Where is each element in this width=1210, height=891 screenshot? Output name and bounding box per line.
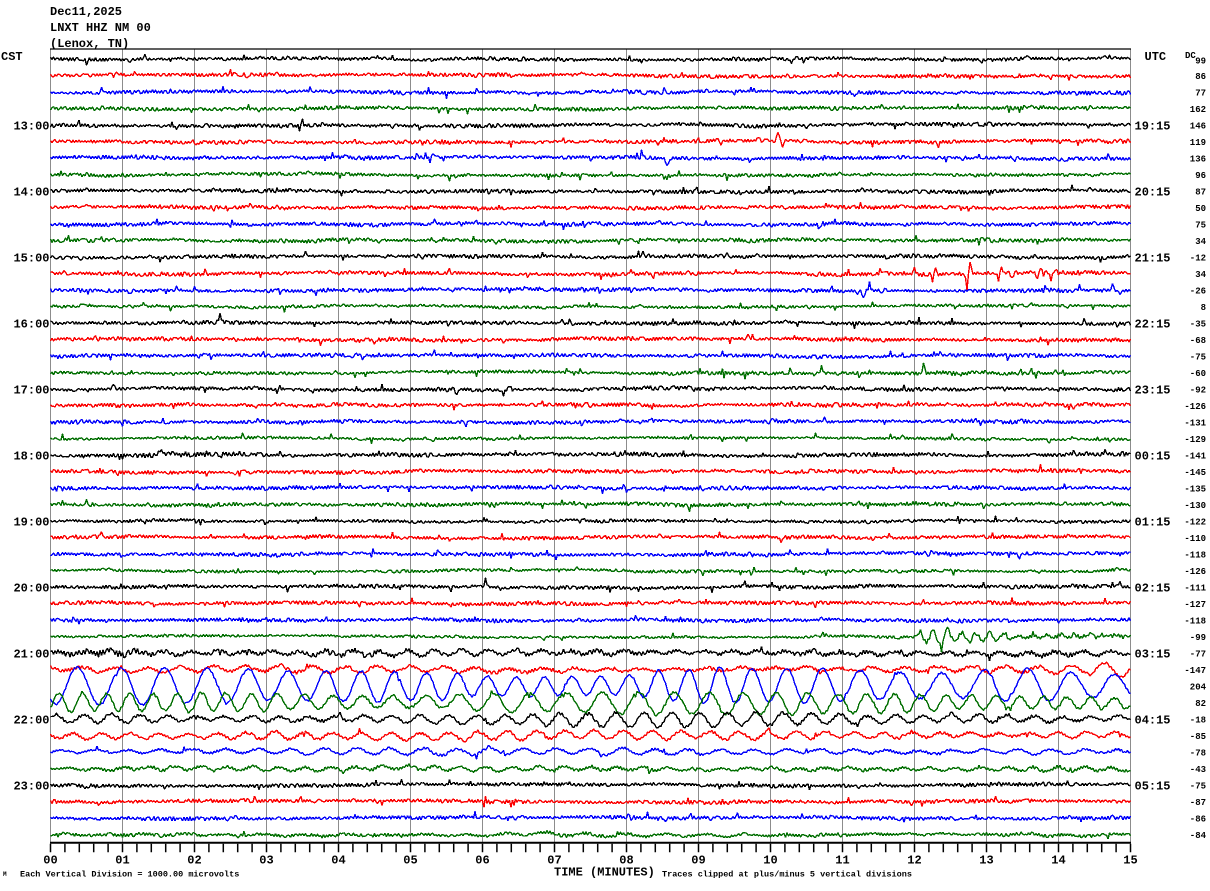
svg-text:-127: -127 <box>1184 600 1206 610</box>
svg-text:-84: -84 <box>1190 831 1207 841</box>
svg-text:-99: -99 <box>1190 633 1206 643</box>
svg-text:04: 04 <box>331 854 345 868</box>
svg-text:-12: -12 <box>1190 254 1206 264</box>
svg-text:05:15: 05:15 <box>1135 779 1171 793</box>
svg-text:12: 12 <box>907 854 921 868</box>
svg-text:13:00: 13:00 <box>13 119 49 133</box>
svg-text:-111: -111 <box>1184 584 1206 594</box>
svg-text:-130: -130 <box>1184 501 1206 511</box>
svg-text:21:15: 21:15 <box>1135 251 1171 265</box>
svg-text:Traces clipped at plus/minus 5: Traces clipped at plus/minus 5 vertical … <box>662 870 912 880</box>
svg-text:-145: -145 <box>1184 468 1206 478</box>
svg-text:34: 34 <box>1195 237 1206 247</box>
svg-text:13: 13 <box>979 854 993 868</box>
svg-text:17:00: 17:00 <box>13 383 49 397</box>
svg-text:96: 96 <box>1195 171 1206 181</box>
svg-text:204: 204 <box>1190 683 1207 693</box>
svg-text:-86: -86 <box>1190 815 1206 825</box>
svg-text:UTC: UTC <box>1145 50 1167 64</box>
svg-text:20:00: 20:00 <box>13 581 49 595</box>
svg-text:-118: -118 <box>1184 551 1206 561</box>
svg-text:22:15: 22:15 <box>1135 317 1171 331</box>
svg-text:-92: -92 <box>1190 386 1206 396</box>
svg-text:87: 87 <box>1195 188 1206 198</box>
svg-text:75: 75 <box>1195 221 1206 231</box>
svg-text:19:15: 19:15 <box>1135 119 1171 133</box>
svg-text:Each Vertical Division = 1000.: Each Vertical Division = 1000.00 microvo… <box>20 870 239 880</box>
svg-text:15: 15 <box>1123 854 1137 868</box>
svg-text:19:00: 19:00 <box>13 515 49 529</box>
svg-text:-75: -75 <box>1190 353 1206 363</box>
svg-text:-18: -18 <box>1190 716 1206 726</box>
svg-text:99: 99 <box>1195 57 1206 67</box>
svg-text:14:00: 14:00 <box>13 185 49 199</box>
svg-text:03:15: 03:15 <box>1135 647 1171 661</box>
svg-text:34: 34 <box>1195 270 1206 280</box>
svg-text:20:15: 20:15 <box>1135 185 1171 199</box>
svg-text:02:15: 02:15 <box>1135 581 1171 595</box>
svg-text:146: 146 <box>1190 122 1206 132</box>
svg-text:-78: -78 <box>1190 749 1206 759</box>
svg-text:22:00: 22:00 <box>13 713 49 727</box>
svg-text:-68: -68 <box>1190 336 1206 346</box>
svg-text:77: 77 <box>1195 89 1206 99</box>
svg-text:-85: -85 <box>1190 732 1206 742</box>
svg-text:119: 119 <box>1190 138 1206 148</box>
svg-text:-87: -87 <box>1190 798 1206 808</box>
svg-text:M: M <box>3 871 7 878</box>
svg-text:-126: -126 <box>1184 567 1206 577</box>
svg-text:-129: -129 <box>1184 435 1206 445</box>
svg-text:-118: -118 <box>1184 617 1206 627</box>
svg-text:-110: -110 <box>1184 534 1206 544</box>
svg-text:00:15: 00:15 <box>1135 449 1171 463</box>
svg-text:09: 09 <box>691 854 705 868</box>
svg-text:00: 00 <box>43 854 57 868</box>
svg-text:82: 82 <box>1195 699 1206 709</box>
svg-text:TIME (MINUTES): TIME (MINUTES) <box>554 866 655 880</box>
svg-text:21:00: 21:00 <box>13 647 49 661</box>
svg-text:CST: CST <box>1 50 23 64</box>
svg-text:50: 50 <box>1195 204 1206 214</box>
svg-text:162: 162 <box>1190 105 1206 115</box>
svg-text:16:00: 16:00 <box>13 317 49 331</box>
svg-text:-122: -122 <box>1184 518 1206 528</box>
svg-text:18:00: 18:00 <box>13 449 49 463</box>
svg-text:02: 02 <box>187 854 201 868</box>
svg-text:-131: -131 <box>1184 419 1206 429</box>
svg-text:-26: -26 <box>1190 287 1206 297</box>
svg-text:14: 14 <box>1051 854 1065 868</box>
svg-text:23:00: 23:00 <box>13 779 49 793</box>
svg-text:136: 136 <box>1190 155 1206 165</box>
svg-text:86: 86 <box>1195 72 1206 82</box>
svg-text:LNXT HHZ NM 00: LNXT HHZ NM 00 <box>50 21 151 35</box>
svg-text:05: 05 <box>403 854 417 868</box>
svg-text:-35: -35 <box>1190 320 1206 330</box>
svg-text:-60: -60 <box>1190 369 1206 379</box>
svg-text:-147: -147 <box>1184 666 1206 676</box>
svg-text:(Lenox, TN): (Lenox, TN) <box>50 37 129 51</box>
svg-text:11: 11 <box>835 854 849 868</box>
svg-text:-43: -43 <box>1190 765 1206 775</box>
svg-text:-135: -135 <box>1184 485 1206 495</box>
svg-text:-77: -77 <box>1190 650 1206 660</box>
svg-text:01:15: 01:15 <box>1135 515 1171 529</box>
svg-text:23:15: 23:15 <box>1135 383 1171 397</box>
svg-text:06: 06 <box>475 854 489 868</box>
svg-text:10: 10 <box>763 854 777 868</box>
svg-text:-75: -75 <box>1190 782 1206 792</box>
svg-text:-141: -141 <box>1184 452 1206 462</box>
svg-text:03: 03 <box>259 854 273 868</box>
svg-text:Dec11,2025: Dec11,2025 <box>50 5 122 19</box>
svg-text:-126: -126 <box>1184 402 1206 412</box>
svg-text:15:00: 15:00 <box>13 251 49 265</box>
svg-text:04:15: 04:15 <box>1135 713 1171 727</box>
svg-text:8: 8 <box>1201 303 1206 313</box>
svg-text:01: 01 <box>115 854 129 868</box>
